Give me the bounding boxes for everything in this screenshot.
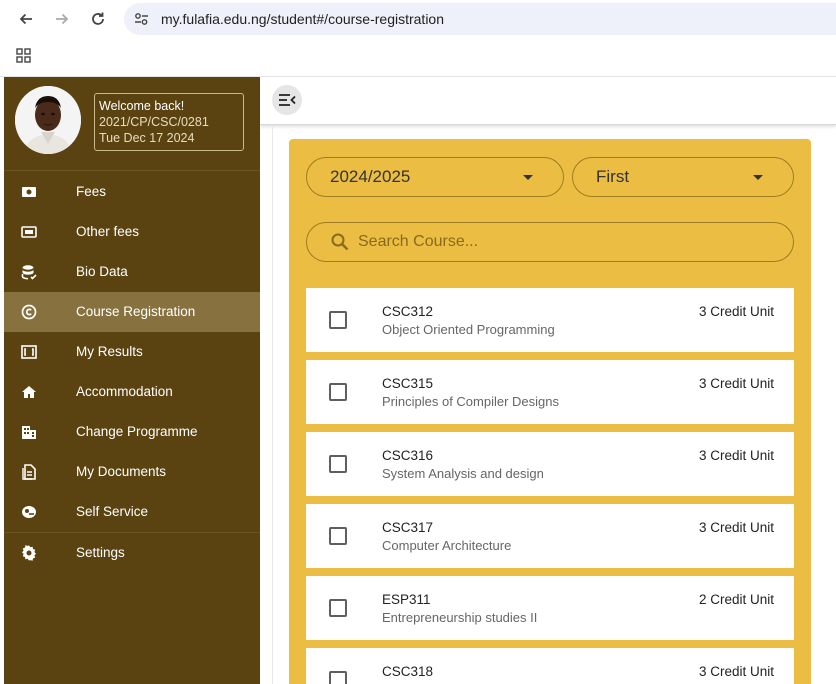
back-button[interactable] [15, 8, 37, 30]
sidebar-item-label: Change Programme [76, 424, 198, 439]
url-text: my.fulafia.edu.ng/student#/course-regist… [161, 11, 445, 27]
sidebar-item-label: My Results [76, 344, 143, 359]
sidebar-item-settings[interactable]: Settings [4, 533, 260, 573]
reg-number: 2021/CP/CSC/0281 [99, 115, 209, 129]
course-units: 3 Credit Unit [698, 664, 774, 679]
sidebar-item-label: Course Registration [76, 304, 196, 319]
course-registration-panel: 2024/2025 First CSC312 Object Oriented P… [289, 139, 811, 684]
semester-select[interactable]: First [572, 157, 794, 197]
sidebar-item-other-fees[interactable]: Other fees [4, 212, 260, 252]
site-settings-icon[interactable] [134, 12, 149, 26]
forward-button[interactable] [51, 8, 73, 30]
course-row[interactable]: CSC316 System Analysis and design 3 Cred… [306, 432, 794, 496]
sidebar-item-change-programme[interactable]: Change Programme [4, 412, 260, 452]
course-units: 3 Credit Unit [698, 376, 774, 391]
address-bar[interactable]: my.fulafia.edu.ng/student#/course-regist… [124, 3, 836, 35]
reload-button[interactable] [87, 8, 109, 30]
course-checkbox[interactable] [329, 455, 347, 473]
sidebar-item-accommodation[interactable]: Accommodation [4, 372, 260, 412]
document-icon [21, 464, 37, 480]
course-code: CSC315 [382, 376, 434, 391]
browser-toolbar: my.fulafia.edu.ng/student#/course-regist… [0, 0, 836, 37]
menu-collapse-icon [279, 94, 296, 106]
student-photo [15, 86, 81, 154]
course-title: Object Oriented Programming [382, 322, 555, 337]
sidebar-menu: Fees Other fees Bio Data Course Registra… [4, 172, 260, 573]
course-code: ESP311 [382, 592, 431, 607]
top-bar [260, 77, 836, 125]
course-units: 3 Credit Unit [698, 448, 774, 463]
self-service-icon [21, 504, 37, 520]
sidebar-item-bio-data[interactable]: Bio Data [4, 252, 260, 292]
sidebar: Welcome back! 2021/CP/CSC/0281 Tue Dec 1… [4, 77, 260, 684]
current-date: Tue Dec 17 2024 [99, 131, 195, 145]
building-icon [21, 424, 37, 440]
course-row[interactable]: ESP311 Entrepreneurship studies II 2 Cre… [306, 576, 794, 640]
course-search[interactable] [306, 222, 794, 262]
student-portal-page: Welcome back! 2021/CP/CSC/0281 Tue Dec 1… [4, 77, 836, 684]
sidebar-item-fees[interactable]: Fees [4, 172, 260, 212]
back-arrow-icon [19, 13, 32, 25]
course-row[interactable]: CSC317 Computer Architecture 3 Credit Un… [306, 504, 794, 568]
avatar [15, 86, 81, 154]
session-value: 2024/2025 [330, 167, 411, 186]
results-icon [21, 344, 37, 360]
course-checkbox[interactable] [329, 671, 347, 684]
sidebar-item-course-registration[interactable]: Course Registration [4, 292, 260, 332]
course-code: CSC316 [382, 448, 434, 463]
gear-icon [21, 545, 37, 561]
course-units: 2 Credit Unit [698, 592, 774, 607]
course-title: Computer Architecture [382, 538, 512, 553]
forward-arrow-icon [56, 13, 69, 25]
home-icon [21, 384, 37, 400]
search-icon [331, 233, 349, 251]
course-units: 3 Credit Unit [698, 520, 774, 535]
sidebar-item-label: My Documents [76, 464, 167, 479]
semester-value: First [596, 167, 630, 186]
cash-icon [21, 184, 37, 200]
chevron-down-icon [753, 175, 763, 180]
course-checkbox[interactable] [329, 599, 347, 617]
content-divider [272, 125, 273, 684]
sidebar-toggle-button[interactable] [272, 85, 302, 115]
sidebar-item-my-documents[interactable]: My Documents [4, 452, 260, 492]
copyright-icon [21, 304, 37, 320]
database-icon [21, 264, 37, 280]
course-checkbox[interactable] [329, 311, 347, 329]
course-code: CSC317 [382, 520, 434, 535]
course-row[interactable]: CSC318 3 Credit Unit [306, 648, 794, 684]
session-select[interactable]: 2024/2025 [306, 157, 564, 197]
chevron-down-icon [523, 175, 533, 180]
apps-grid-icon[interactable] [16, 48, 32, 64]
course-row[interactable]: CSC312 Object Oriented Programming 3 Cre… [306, 288, 794, 352]
welcome-text: Welcome back! [99, 99, 185, 113]
profile-card: Welcome back! 2021/CP/CSC/0281 Tue Dec 1… [4, 77, 260, 171]
sidebar-item-label: Accommodation [76, 384, 173, 399]
course-checkbox[interactable] [329, 383, 347, 401]
course-units: 3 Credit Unit [698, 304, 774, 319]
reload-icon [92, 12, 104, 25]
sidebar-item-label: Self Service [76, 504, 149, 519]
course-code: CSC318 [382, 664, 434, 679]
course-row[interactable]: CSC315 Principles of Compiler Designs 3 … [306, 360, 794, 424]
sidebar-item-label: Other fees [76, 224, 140, 239]
sidebar-item-label: Bio Data [76, 264, 128, 279]
bookmark-bar [0, 37, 836, 77]
course-title: Entrepreneurship studies II [382, 610, 538, 625]
sidebar-item-label: Settings [76, 545, 125, 560]
search-input[interactable] [358, 231, 758, 253]
sidebar-item-my-results[interactable]: My Results [4, 332, 260, 372]
course-checkbox[interactable] [329, 527, 347, 545]
money-icon [21, 224, 37, 240]
welcome-box: Welcome back! 2021/CP/CSC/0281 Tue Dec 1… [94, 93, 244, 151]
sidebar-item-label: Fees [76, 184, 107, 199]
course-title: Principles of Compiler Designs [382, 394, 560, 409]
course-code: CSC312 [382, 304, 434, 319]
sidebar-item-self-service[interactable]: Self Service [4, 492, 260, 532]
course-title: System Analysis and design [382, 466, 544, 481]
